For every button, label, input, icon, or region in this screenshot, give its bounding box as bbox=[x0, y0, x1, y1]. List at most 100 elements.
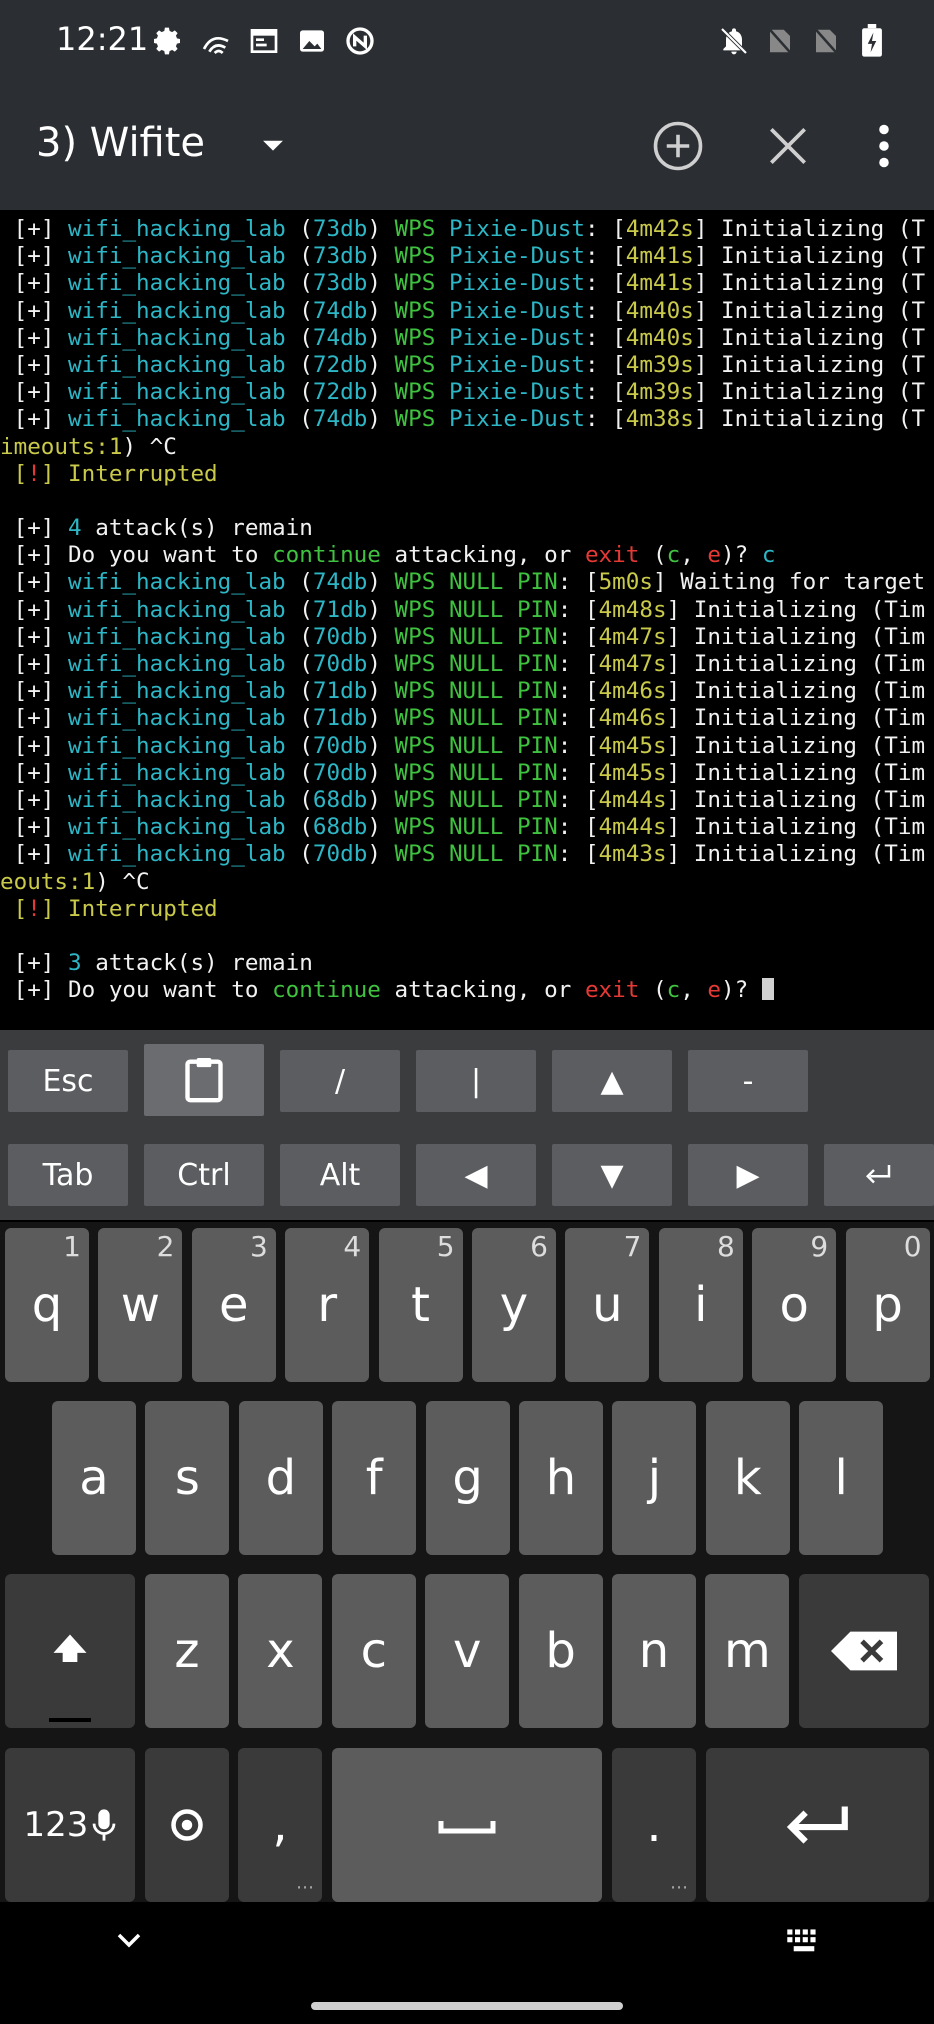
terminal-text: ( bbox=[285, 814, 313, 841]
terminal-text: continue bbox=[272, 542, 381, 569]
key-k[interactable]: k bbox=[705, 1401, 790, 1555]
space-key[interactable] bbox=[332, 1748, 602, 1902]
close-session-button[interactable] bbox=[760, 118, 816, 174]
settings-icon bbox=[171, 1809, 203, 1841]
terminal-text: c bbox=[761, 542, 776, 569]
terminal-text: : [ bbox=[584, 379, 626, 406]
ctrl-key[interactable]: Ctrl bbox=[144, 1144, 264, 1206]
backspace-key[interactable] bbox=[799, 1574, 929, 1728]
esc-key[interactable]: Esc bbox=[8, 1050, 128, 1112]
key-r[interactable]: r4 bbox=[285, 1228, 370, 1382]
terminal-text: [+] bbox=[0, 814, 69, 841]
dropdown-icon[interactable] bbox=[256, 128, 290, 162]
shift-icon bbox=[53, 1634, 87, 1662]
key-s[interactable]: s bbox=[145, 1401, 230, 1555]
terminal-text: ] Initializing (Tim bbox=[666, 786, 926, 813]
key-c[interactable]: c bbox=[331, 1574, 416, 1728]
terminal-line: [+] Do you want to continue attacking, o… bbox=[0, 977, 934, 1004]
up-arrow-key[interactable]: ▲ bbox=[552, 1050, 672, 1112]
key-n[interactable]: n bbox=[612, 1574, 696, 1728]
slash-key[interactable]: / bbox=[280, 1050, 400, 1112]
terminal-text: 71db bbox=[312, 596, 368, 623]
enter-extra-key[interactable] bbox=[824, 1144, 934, 1206]
key-y[interactable]: y6 bbox=[472, 1228, 556, 1382]
clipboard-icon bbox=[185, 1058, 223, 1103]
key-i[interactable]: i8 bbox=[658, 1228, 743, 1382]
key-f[interactable]: f bbox=[332, 1401, 417, 1555]
key-a[interactable]: a bbox=[52, 1401, 136, 1555]
terminal-text: 4m45s bbox=[598, 759, 667, 786]
terminal-text: 74db bbox=[312, 406, 368, 433]
key-e[interactable]: e3 bbox=[191, 1228, 276, 1382]
shift-key[interactable] bbox=[5, 1574, 135, 1728]
key-m[interactable]: m bbox=[705, 1574, 790, 1728]
terminal-text: wifi_hacking_lab bbox=[68, 216, 286, 242]
terminal-text: wifi_hacking_lab bbox=[68, 379, 286, 406]
key-j[interactable]: j bbox=[612, 1401, 697, 1555]
key-number-hint: 4 bbox=[343, 1230, 362, 1263]
key-g[interactable]: g bbox=[425, 1401, 510, 1555]
period-key[interactable]: . ⋯ bbox=[612, 1748, 696, 1902]
key-b[interactable]: b bbox=[518, 1574, 603, 1728]
terminal-line: [!] Interrupted bbox=[0, 896, 934, 923]
terminal-text: 71db bbox=[312, 705, 368, 732]
home-indicator[interactable] bbox=[311, 2002, 623, 2010]
key-p[interactable]: p0 bbox=[845, 1228, 930, 1382]
keyboard-icon[interactable] bbox=[786, 1928, 822, 1958]
key-d[interactable]: d bbox=[238, 1401, 323, 1555]
key-w[interactable]: w2 bbox=[98, 1228, 183, 1382]
terminal-text: 5m0s bbox=[598, 569, 653, 596]
add-session-button[interactable] bbox=[650, 118, 706, 174]
key-o[interactable]: o9 bbox=[752, 1228, 837, 1382]
key-u[interactable]: u7 bbox=[565, 1228, 650, 1382]
key-l[interactable]: l bbox=[799, 1401, 884, 1555]
terminal-text: ] Initializing (Tim bbox=[666, 623, 926, 650]
right-arrow-key[interactable]: ▶ bbox=[688, 1144, 808, 1206]
key-v[interactable]: v bbox=[425, 1574, 510, 1728]
more-options-button[interactable] bbox=[856, 118, 912, 174]
key-h[interactable]: h bbox=[519, 1401, 603, 1555]
terminal-line: [+] wifi_hacking_lab (70db) WPS NULL PIN… bbox=[0, 651, 934, 678]
terminal-text: + bbox=[27, 216, 41, 242]
clipboard-key[interactable] bbox=[144, 1044, 264, 1116]
down-arrow-key[interactable]: ▼ bbox=[552, 1144, 672, 1206]
pipe-key[interactable]: | bbox=[416, 1050, 536, 1112]
terminal-text: [+] bbox=[0, 759, 69, 786]
terminal-text: WPS NULL PIN bbox=[394, 651, 558, 677]
terminal-text: [+] bbox=[0, 678, 69, 705]
more-icon bbox=[879, 124, 889, 168]
terminal-text: WPS NULL PIN bbox=[394, 841, 558, 868]
key-q[interactable]: q1 bbox=[5, 1228, 89, 1382]
enter-key[interactable] bbox=[706, 1748, 929, 1902]
terminal-output[interactable]: [+] wifi_hacking_lab (73db) WPS Pixie-Du… bbox=[0, 210, 934, 1030]
terminal-text: ( bbox=[285, 297, 313, 324]
terminal-text: [+] bbox=[0, 786, 69, 813]
key-label: i bbox=[694, 1277, 708, 1333]
terminal-line: imeouts:1) ^C bbox=[0, 434, 934, 461]
key-x[interactable]: x bbox=[238, 1574, 323, 1728]
keyboard-settings-key[interactable] bbox=[145, 1748, 229, 1902]
terminal-text: WPS bbox=[394, 379, 436, 406]
no-signal-icon bbox=[764, 24, 796, 58]
terminal-text: : [ bbox=[557, 623, 599, 650]
terminal-text: : [ bbox=[584, 270, 626, 297]
terminal-text: 73db bbox=[312, 216, 368, 242]
key-t[interactable]: t5 bbox=[378, 1228, 463, 1382]
key-z[interactable]: z bbox=[145, 1574, 229, 1728]
terminal-line: [+] wifi_hacking_lab (71db) WPS NULL PIN… bbox=[0, 678, 934, 705]
left-arrow-key[interactable]: ◀ bbox=[416, 1144, 536, 1206]
terminal-text: 74db bbox=[312, 297, 368, 324]
chevron-down-icon[interactable] bbox=[114, 1928, 144, 1956]
session-title[interactable]: 3) Wifite bbox=[36, 120, 205, 166]
period-more-hint: ⋯ bbox=[670, 1877, 688, 1898]
symbols-key[interactable]: 123 bbox=[5, 1748, 135, 1902]
alt-key[interactable]: Alt bbox=[280, 1144, 400, 1206]
terminal-text: : [ bbox=[557, 786, 599, 813]
terminal-text: wifi_hacking_lab bbox=[68, 705, 286, 732]
terminal-text: Pixie-Dust bbox=[448, 243, 585, 270]
key-number-hint: 7 bbox=[623, 1230, 642, 1263]
dash-key[interactable]: - bbox=[688, 1050, 808, 1112]
tab-key[interactable]: Tab bbox=[8, 1144, 128, 1206]
terminal-text: ] Initializing (T bbox=[693, 297, 926, 324]
comma-key[interactable]: , ⋯ bbox=[238, 1748, 322, 1902]
